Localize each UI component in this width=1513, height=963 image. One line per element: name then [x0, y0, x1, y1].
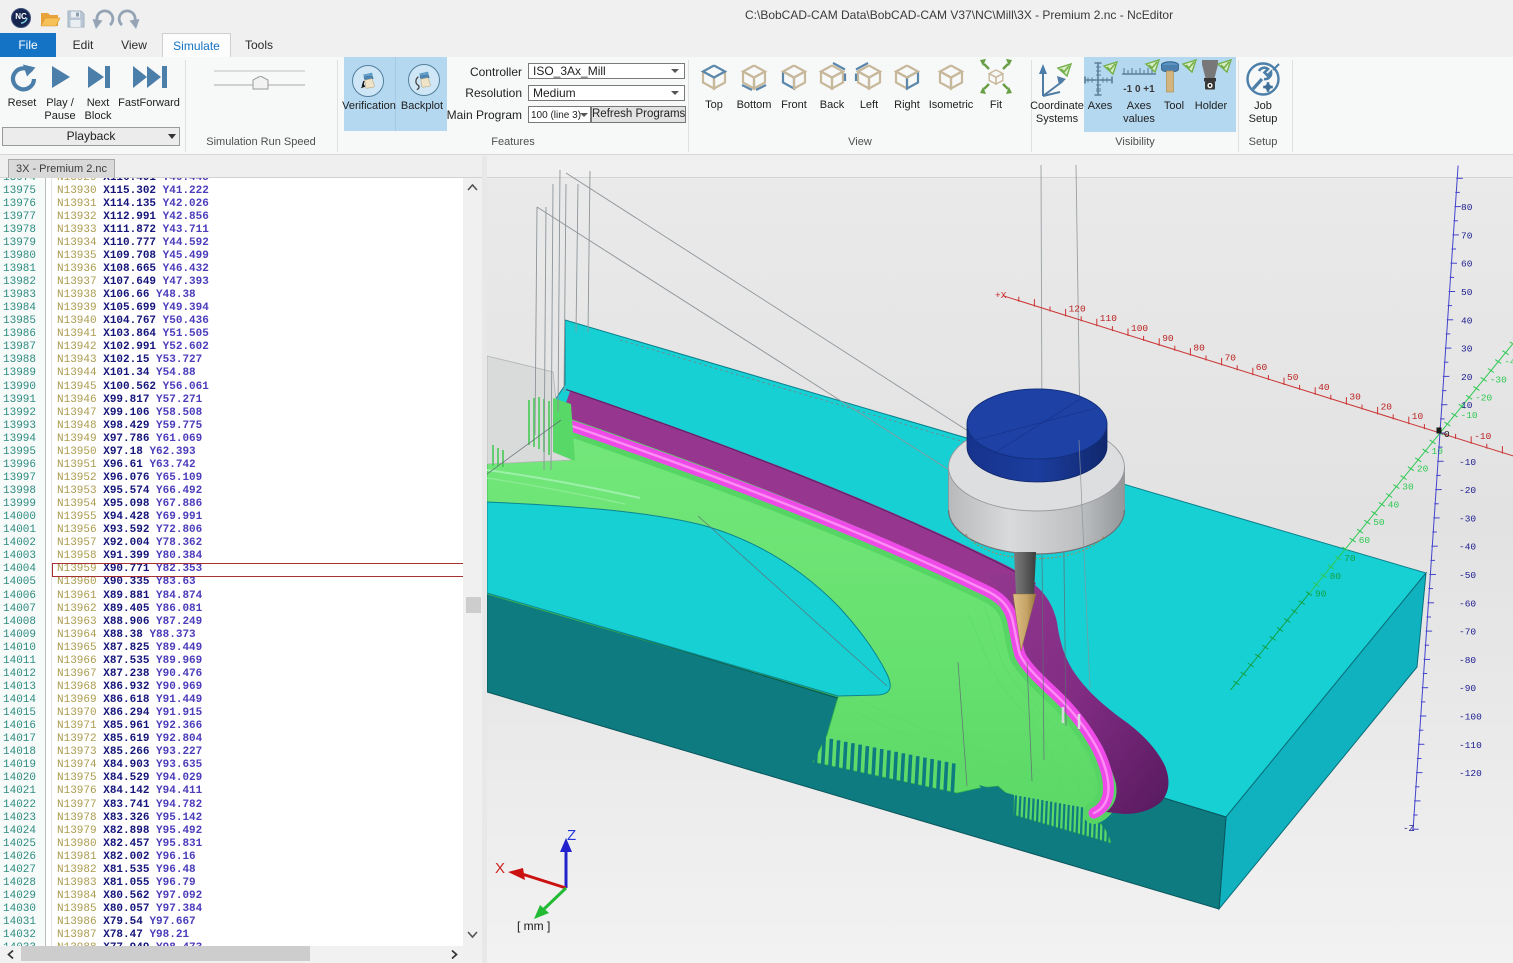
svg-text:70: 70	[1344, 553, 1356, 564]
svg-text:40: 40	[1388, 499, 1400, 510]
svg-text:X: X	[495, 860, 505, 877]
svg-text:-10: -10	[1474, 431, 1491, 442]
svg-text:-20: -20	[1459, 485, 1476, 496]
svg-text:-40: -40	[1459, 542, 1476, 553]
svg-text:40: 40	[1318, 382, 1330, 393]
svg-text:90: 90	[1315, 589, 1327, 600]
svg-text:-10: -10	[1461, 410, 1478, 421]
svg-text:+X: +X	[995, 290, 1007, 301]
svg-text:70: 70	[1225, 352, 1237, 363]
svg-text:70: 70	[1461, 230, 1473, 241]
svg-text:-20: -20	[1475, 392, 1492, 403]
svg-text:40: 40	[1461, 315, 1473, 326]
svg-text:-30: -30	[1459, 513, 1476, 524]
svg-text:100: 100	[1131, 323, 1148, 334]
svg-text:-60: -60	[1459, 598, 1476, 609]
svg-text:20: 20	[1417, 464, 1429, 475]
svg-text:-30: -30	[1490, 374, 1507, 385]
svg-text:-100: -100	[1459, 712, 1482, 723]
svg-text:Z: Z	[567, 827, 576, 844]
svg-text:50: 50	[1461, 287, 1473, 298]
svg-text:90: 90	[1162, 333, 1174, 344]
svg-text:0: 0	[1444, 429, 1450, 440]
svg-text:30: 30	[1402, 482, 1414, 493]
svg-text:80: 80	[1193, 343, 1205, 354]
svg-text:110: 110	[1100, 313, 1117, 324]
svg-text:120: 120	[1069, 303, 1086, 314]
svg-text:80: 80	[1461, 202, 1473, 213]
svg-text:-120: -120	[1459, 768, 1482, 779]
svg-text:60: 60	[1359, 535, 1371, 546]
svg-text:-Z: -Z	[1403, 823, 1415, 834]
svg-text:-10: -10	[1459, 457, 1476, 468]
svg-text:20: 20	[1381, 401, 1393, 412]
svg-text:60: 60	[1461, 259, 1473, 270]
svg-text:-70: -70	[1459, 627, 1476, 638]
svg-text:30: 30	[1461, 344, 1473, 355]
svg-text:[ mm ]: [ mm ]	[517, 919, 550, 933]
svg-text:10: 10	[1461, 400, 1473, 411]
svg-text:-110: -110	[1459, 740, 1482, 751]
svg-text:50: 50	[1287, 372, 1299, 383]
svg-text:10: 10	[1412, 411, 1424, 422]
svg-text:-1 0 +1: -1 0 +1	[1123, 84, 1155, 95]
svg-text:60: 60	[1256, 362, 1268, 373]
svg-text:20: 20	[1461, 372, 1473, 383]
svg-text:-80: -80	[1459, 655, 1476, 666]
svg-text:80: 80	[1330, 571, 1342, 582]
svg-text:30: 30	[1349, 392, 1361, 403]
svg-text:50: 50	[1373, 517, 1385, 528]
svg-text:-50: -50	[1459, 570, 1476, 581]
svg-text:-90: -90	[1459, 683, 1476, 694]
svg-text:-40: -40	[1504, 357, 1513, 368]
